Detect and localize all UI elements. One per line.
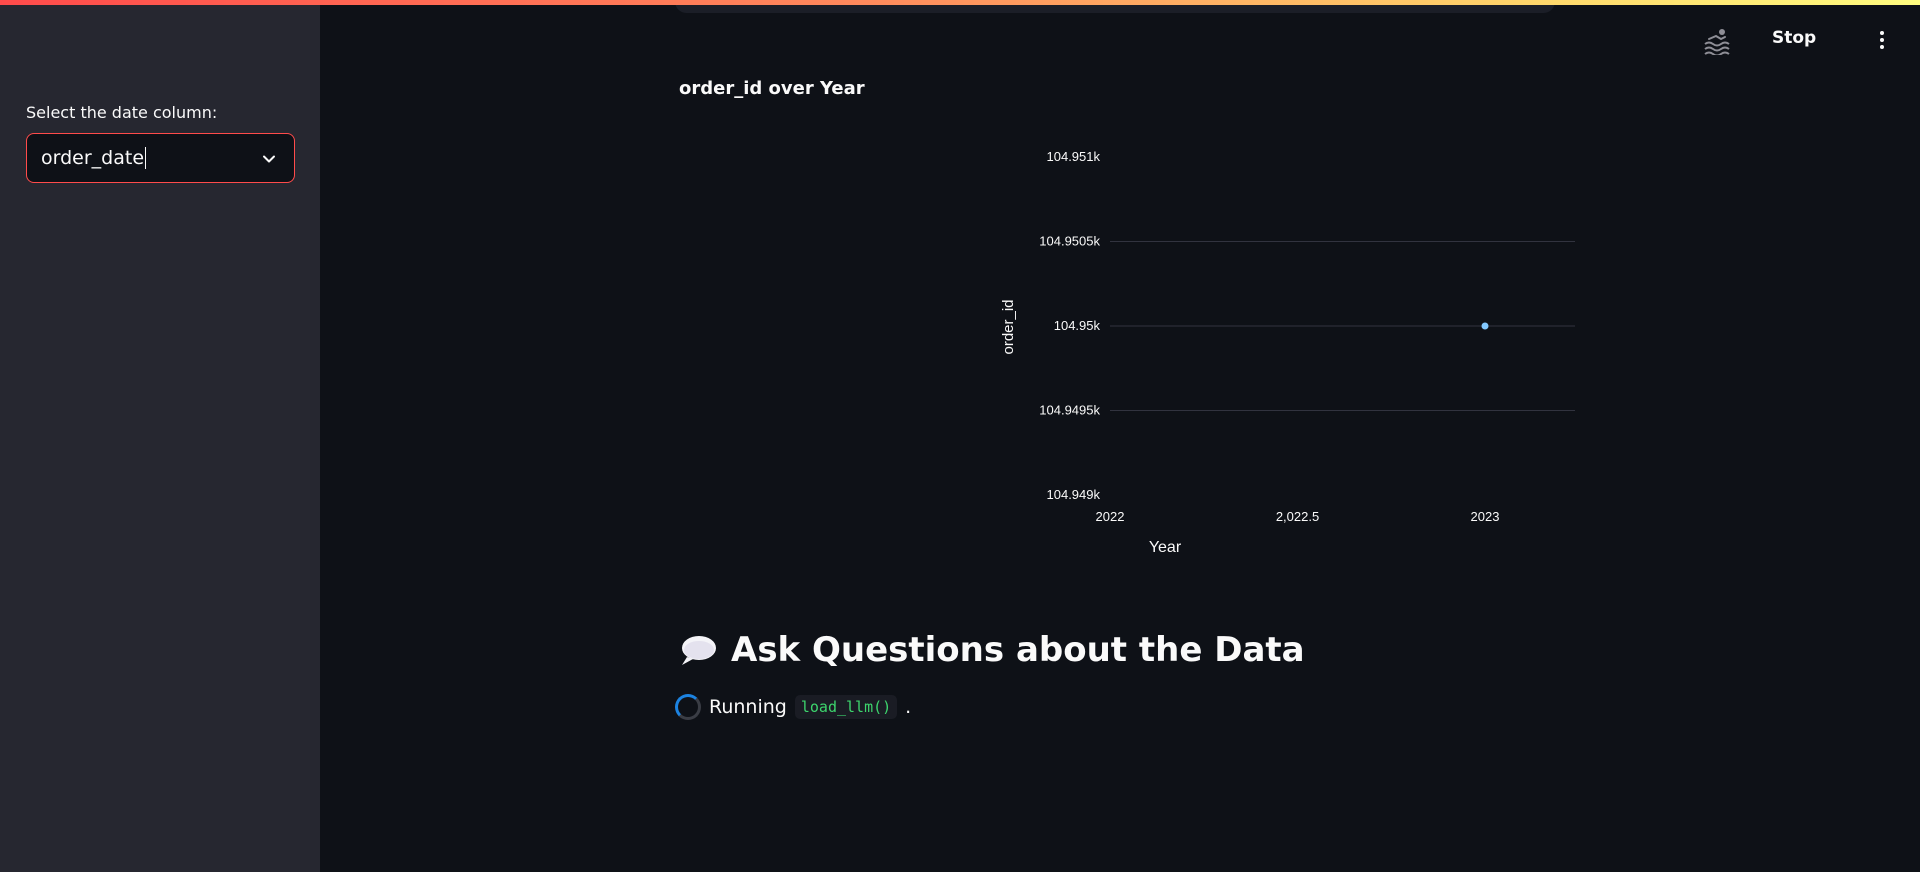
date-column-select[interactable]: order_date bbox=[26, 133, 295, 183]
y-tick-label: 104.9495k bbox=[1039, 403, 1100, 418]
sidebar: Select the date column: order_date bbox=[0, 0, 320, 872]
x-axis-label: Year bbox=[1149, 539, 1182, 556]
data-point[interactable] bbox=[1481, 322, 1489, 330]
running-suffix: . bbox=[905, 696, 912, 718]
main-content: Stop order_id over Year 104.951k 104.9505… bbox=[320, 0, 1920, 872]
chevron-down-icon[interactable] bbox=[260, 150, 278, 168]
menu-dot-icon bbox=[1880, 45, 1884, 49]
qa-heading-text: Ask Questions about the Data bbox=[731, 630, 1305, 670]
order-id-chart: 104.951k 104.9505k 104.95k 104.9495k 104.949… bbox=[1000, 149, 1575, 556]
running-status: Running load_llm() . bbox=[675, 694, 911, 720]
date-column-label: Select the date column: bbox=[26, 103, 218, 122]
y-axis-label: order_id bbox=[1000, 299, 1017, 354]
speech-balloon-icon bbox=[682, 636, 716, 665]
running-man-icon bbox=[1704, 29, 1730, 55]
y-tick-label: 104.9505k bbox=[1039, 234, 1100, 249]
chart-points bbox=[1481, 322, 1489, 330]
y-tick-label: 104.95k bbox=[1054, 318, 1101, 333]
chart-gridlines bbox=[1110, 241, 1575, 411]
x-axis-ticks: 20222,022.520232,023.5 bbox=[1096, 509, 1500, 524]
chart-title: order_id over Year bbox=[679, 78, 865, 99]
header-decoration bbox=[0, 0, 1920, 5]
x-tick-label: 2023 bbox=[1471, 509, 1500, 524]
menu-dot-icon bbox=[1880, 31, 1884, 35]
x-tick-label: 2,022.5 bbox=[1276, 509, 1319, 524]
date-column-value[interactable]: order_date bbox=[41, 147, 147, 169]
qa-section-heading: Ask Questions about the Data bbox=[679, 630, 1305, 670]
main-menu-button[interactable] bbox=[1874, 28, 1890, 52]
menu-dot-icon bbox=[1880, 38, 1884, 42]
y-axis-ticks: 104.951k 104.9505k 104.95k 104.9495k 104.949… bbox=[1039, 149, 1100, 502]
running-text: Running bbox=[709, 696, 787, 718]
y-tick-label: 104.949k bbox=[1047, 487, 1101, 502]
stop-button[interactable]: Stop bbox=[1772, 28, 1816, 48]
y-tick-label: 104.951k bbox=[1047, 149, 1101, 164]
app-toolbar: Stop bbox=[1620, 0, 1920, 80]
running-function-code: load_llm() bbox=[794, 695, 898, 719]
loading-spinner-icon bbox=[675, 694, 701, 720]
x-tick-label: 2022 bbox=[1096, 509, 1125, 524]
